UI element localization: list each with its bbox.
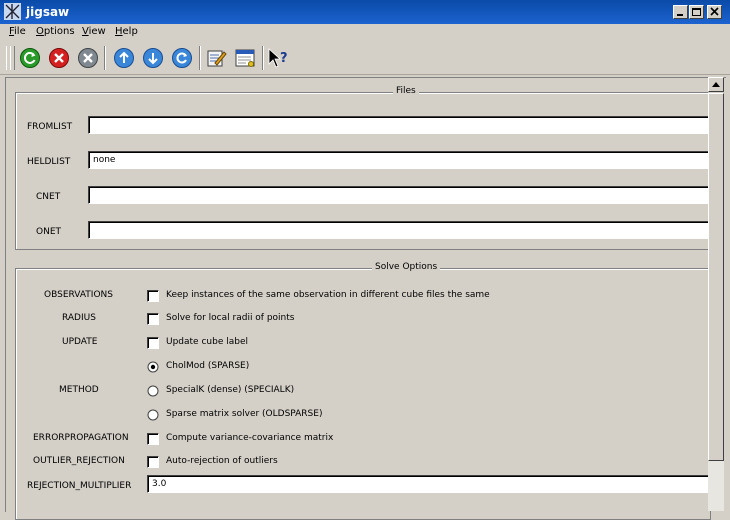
heldlist-field[interactable]: none [88, 151, 710, 169]
rejection-multiplier-label: REJECTION_MULTIPLIER [27, 481, 132, 491]
method-cholmod-text: CholMod (SPARSE) [166, 361, 250, 371]
radius-option-text: Solve for local radii of points [166, 313, 295, 323]
method-cholmod-radio[interactable] [147, 361, 159, 373]
errorpropagation-option-text: Compute variance-covariance matrix [166, 433, 334, 443]
svg-text:?: ? [280, 51, 288, 66]
radius-checkbox[interactable] [147, 313, 159, 325]
update-label: UPDATE [62, 337, 98, 347]
toolbar-separator [199, 46, 201, 70]
observations-option-text: Keep instances of the same observation i… [166, 290, 490, 300]
window-title: jigsaw [26, 5, 70, 19]
toolbar-separator [262, 46, 264, 70]
scrollbar-thumb[interactable] [708, 93, 724, 461]
download-icon[interactable] [142, 47, 164, 69]
refresh-icon[interactable] [171, 47, 193, 69]
observations-checkbox[interactable] [147, 290, 159, 302]
solve-options-group: Solve Options OBSERVATIONS Keep instance… [15, 262, 711, 520]
close-button[interactable] [707, 5, 722, 19]
cnet-field[interactable] [88, 186, 710, 204]
errorpropagation-label: ERRORPROPAGATION [33, 433, 129, 443]
scrollbar-track[interactable] [708, 461, 724, 511]
menu-help[interactable]: Help [115, 26, 138, 37]
files-group-title: Files [393, 86, 419, 96]
scroll-up-button[interactable] [708, 77, 724, 92]
upload-icon[interactable] [113, 47, 135, 69]
outlier-rejection-label: OUTLIER_REJECTION [33, 456, 125, 466]
stop-icon[interactable] [48, 47, 70, 69]
method-label: METHOD [59, 385, 99, 395]
fromlist-label: FROMLIST [27, 122, 73, 132]
toolbar-separator [104, 46, 106, 70]
observations-label: OBSERVATIONS [44, 290, 113, 300]
update-checkbox[interactable] [147, 337, 159, 349]
method-specialk-radio[interactable] [147, 385, 159, 397]
scroll-up-arrow-icon [712, 82, 720, 87]
outlier-rejection-option-text: Auto-rejection of outliers [166, 456, 278, 466]
outlier-rejection-checkbox[interactable] [147, 456, 159, 468]
menu-bar: File Options View Help [0, 24, 730, 41]
maximize-icon [692, 8, 701, 16]
main-panel: Files FROMLIST HELDLIST none CNET ONET S… [5, 77, 726, 520]
cancel-icon[interactable] [77, 47, 99, 69]
method-oldsparse-radio[interactable] [147, 409, 159, 421]
cnet-label: CNET [36, 192, 61, 202]
maximize-button[interactable] [689, 5, 704, 19]
method-oldsparse-text: Sparse matrix solver (OLDSPARSE) [166, 409, 323, 419]
minimize-button[interactable] [673, 5, 688, 19]
heldlist-label: HELDLIST [27, 157, 71, 167]
toolbar-grip[interactable] [10, 46, 15, 70]
vertical-scrollbar[interactable] [708, 77, 724, 511]
update-option-text: Update cube label [166, 337, 248, 347]
window-icon[interactable] [234, 47, 256, 69]
app-icon [4, 3, 21, 20]
menu-file[interactable]: File [9, 26, 26, 37]
menu-options[interactable]: Options [36, 26, 75, 37]
solve-options-group-title: Solve Options [372, 262, 441, 272]
menu-view[interactable]: View [82, 26, 106, 37]
edit-parameters-icon[interactable] [205, 47, 227, 69]
minimize-icon [677, 14, 683, 16]
whats-this-icon[interactable]: ? [267, 47, 289, 69]
run-icon[interactable] [19, 47, 41, 69]
method-specialk-text: SpecialK (dense) (SPECIALK) [166, 385, 295, 395]
title-bar: jigsaw [0, 0, 730, 25]
toolbar: ? [0, 42, 730, 75]
fromlist-field[interactable] [88, 116, 710, 134]
radius-label: RADIUS [62, 313, 96, 323]
close-icon [710, 7, 719, 16]
errorpropagation-checkbox[interactable] [147, 433, 159, 445]
files-group: Files FROMLIST HELDLIST none CNET ONET [15, 86, 711, 250]
onet-label: ONET [36, 227, 62, 237]
rejection-multiplier-field[interactable]: 3.0 [147, 475, 710, 493]
onet-field[interactable] [88, 221, 710, 239]
